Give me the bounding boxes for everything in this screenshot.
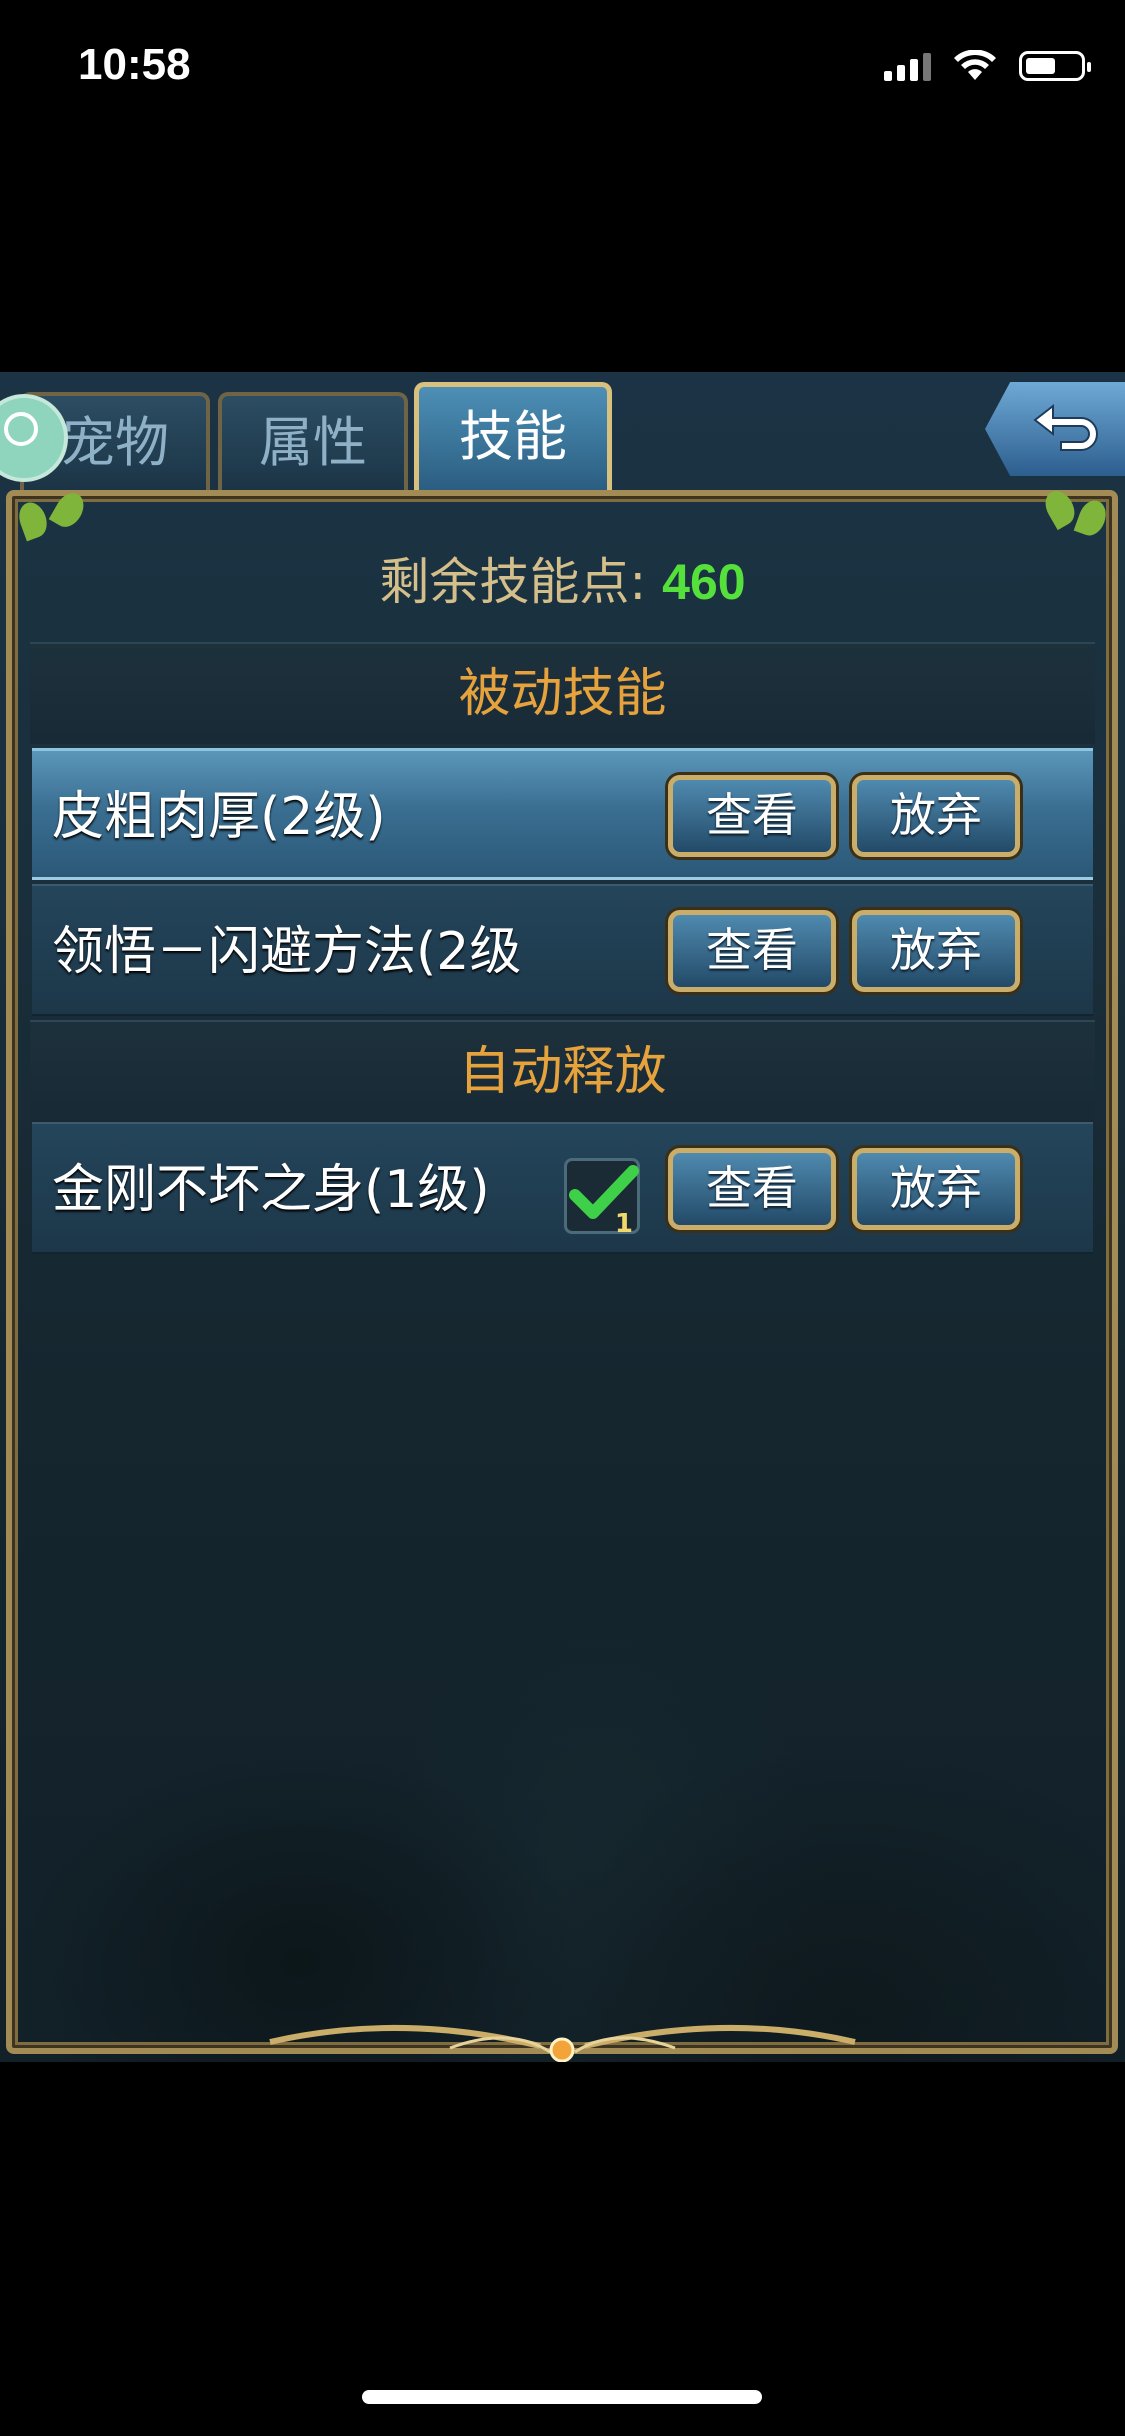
passive-skills-header: 被动技能 xyxy=(30,642,1095,744)
skill-row[interactable]: 领悟－闪避方法(2级 查看 放弃 xyxy=(32,884,1093,1016)
abandon-button[interactable]: 放弃 xyxy=(852,1148,1020,1230)
skill-name: 皮粗肉厚(2级) xyxy=(52,787,386,847)
game-panel: 宠物 属性 技能 剩余技能点: 460 被动技能 皮粗肉厚(2级) 查看 放弃 … xyxy=(0,372,1125,2062)
abandon-button[interactable]: 放弃 xyxy=(852,910,1020,992)
abandon-button[interactable]: 放弃 xyxy=(852,775,1020,857)
skill-name: 领悟－闪避方法(2级 xyxy=(52,922,522,982)
tab-attributes[interactable]: 属性 xyxy=(218,392,408,492)
battery-icon xyxy=(1019,51,1091,81)
back-arrow-icon xyxy=(1033,403,1098,451)
phone-screen: 10:58 宠物 属性 技能 剩余技能点: 460 被动技能 皮粗肉厚(2级) … xyxy=(0,0,1125,2436)
auto-release-checkbox[interactable]: 1 xyxy=(564,1158,640,1239)
auto-release-count: 1 xyxy=(614,1209,633,1239)
bottom-ornament-icon xyxy=(269,2024,856,2062)
view-button[interactable]: 查看 xyxy=(668,910,836,992)
skill-points-label: 剩余技能点: xyxy=(379,553,647,611)
cellular-signal-icon xyxy=(884,51,931,81)
skill-points-row: 剩余技能点: 460 xyxy=(30,542,1095,642)
tab-bar: 宠物 属性 技能 xyxy=(0,380,700,492)
status-time: 10:58 xyxy=(78,40,191,89)
back-button[interactable] xyxy=(985,382,1125,476)
status-icons xyxy=(884,50,1091,82)
skill-row[interactable]: 皮粗肉厚(2级) 查看 放弃 xyxy=(32,748,1093,880)
view-button[interactable]: 查看 xyxy=(668,1148,836,1230)
auto-release-header: 自动释放 xyxy=(30,1020,1095,1122)
tab-skills[interactable]: 技能 xyxy=(414,382,612,492)
wifi-icon xyxy=(954,50,996,80)
skill-points-value: 460 xyxy=(662,554,746,610)
skill-name: 金刚不坏之身(1级) xyxy=(52,1160,490,1220)
skill-row[interactable]: 金刚不坏之身(1级) 1 查看 放弃 xyxy=(32,1122,1093,1254)
view-button[interactable]: 查看 xyxy=(668,775,836,857)
home-indicator[interactable] xyxy=(362,2390,762,2404)
